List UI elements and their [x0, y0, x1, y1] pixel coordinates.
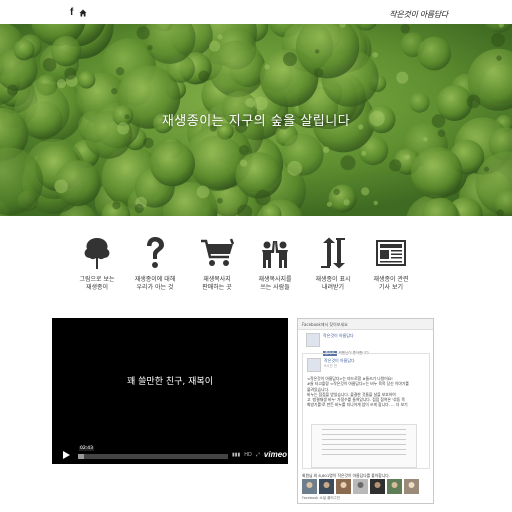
video-player[interactable]: 꽤 쓸만한 친구, 재복이 02:43 ▮▮▮ HD ⤢ vimeo	[52, 318, 288, 464]
fan-avatar[interactable]	[404, 479, 419, 494]
fan-avatar[interactable]	[302, 479, 317, 494]
feature-label-line1: 재생종이 표시	[315, 276, 351, 283]
vimeo-logo[interactable]: vimeo	[264, 450, 287, 459]
volume-icon[interactable]: ▮▮▮	[232, 452, 240, 458]
video-progress-fill	[78, 454, 84, 459]
page-name[interactable]: 작은것이 아름답다	[323, 333, 370, 339]
fan-avatar[interactable]	[387, 479, 402, 494]
feature-label-line1: 재생복사지를	[258, 276, 292, 283]
feature-item-faq[interactable]: 재생종이에 대해 우리가 아는 것	[120, 236, 190, 292]
fan-avatar[interactable]	[336, 479, 351, 494]
video-progress-bar[interactable]	[78, 454, 228, 459]
post-header: 작은것이 아름답다 9시간 전	[307, 358, 355, 372]
feature-menu: 그림으로 보는 재생종이 재생종이에 대해 우리가 아는 것 재생복사지 판매하는 곳	[72, 236, 412, 306]
fan-faces	[302, 479, 419, 494]
video-extra-controls: ▮▮▮ HD ⤢ vimeo	[232, 450, 287, 459]
hero-tagline: 재생종이는 지구의 숲을 살립니다	[161, 114, 351, 129]
post-body: <작은것이 아름답다>는 마드로함 #들쓰기 나왔어요! #들 타고몰랑 <작은…	[307, 376, 427, 408]
page-thumbnail[interactable]	[306, 333, 320, 347]
post-avatar[interactable]	[307, 358, 321, 372]
newspaper-icon	[356, 236, 426, 270]
fan-avatar[interactable]	[370, 479, 385, 494]
hero-banner: 재생종이는 지구의 숲을 살립니다	[0, 24, 512, 216]
home-icon[interactable]	[79, 9, 87, 17]
feature-label-line2: 재생종이	[85, 284, 109, 291]
question-icon	[120, 236, 190, 270]
fan-avatar[interactable]	[319, 479, 334, 494]
facebook-post: 작은것이 아름답다 9시간 전 <작은것이 아름답다>는 마드로함 #들쓰기 나…	[302, 353, 430, 469]
facebook-widget-header: Facebook에서 찾아보세요	[298, 319, 433, 330]
fan-avatar[interactable]	[353, 479, 368, 494]
video-controls: 02:43 ▮▮▮ HD ⤢ vimeo	[52, 446, 288, 464]
post-line: 화방기를'로 만든 비누를 지니어게 엄이 쓰게 합니다. ... 더 보기	[307, 402, 408, 408]
post-image[interactable]	[311, 424, 417, 468]
feature-label-line2: 판매하는 곳	[202, 284, 232, 291]
feature-label-line1: 재생복사지	[203, 276, 231, 283]
feature-label-line2: 쓰는 사람들	[260, 284, 290, 291]
video-timecode: 02:43	[79, 446, 94, 451]
fullscreen-icon[interactable]: ⤢	[256, 452, 260, 458]
facebook-icon[interactable]: f	[70, 8, 73, 18]
feature-label-line1: 재생종이에 대해	[134, 276, 176, 283]
feature-item-articles[interactable]: 재생종이 관련 기사 보기	[356, 236, 426, 292]
facebook-plugin-footer: Facebook 소셜 플러그인	[302, 496, 340, 500]
play-button[interactable]	[58, 449, 74, 461]
facebook-page-widget: Facebook에서 찾아보세요 작은것이 아름답다 좋아요 회원님이 좋아합니다…	[297, 318, 434, 504]
social-links: f	[70, 8, 87, 18]
post-time[interactable]: 9시간 전	[324, 364, 355, 369]
hd-button[interactable]: HD	[244, 452, 252, 458]
feature-label-line1: 그림으로 보는	[79, 276, 115, 283]
feature-label-line2: 내려받기	[321, 284, 345, 291]
top-bar: f 작은것이 아름답다	[0, 0, 512, 24]
feature-label-line2: 우리가 아는 것	[136, 284, 174, 291]
feature-label-line2: 기사 보기	[379, 284, 403, 291]
site-logo[interactable]: 작은것이 아름답다	[389, 9, 448, 20]
video-title: 꽤 쓸만한 친구, 재복이	[127, 377, 213, 387]
feature-label-line1: 재생종이 관련	[373, 276, 409, 283]
